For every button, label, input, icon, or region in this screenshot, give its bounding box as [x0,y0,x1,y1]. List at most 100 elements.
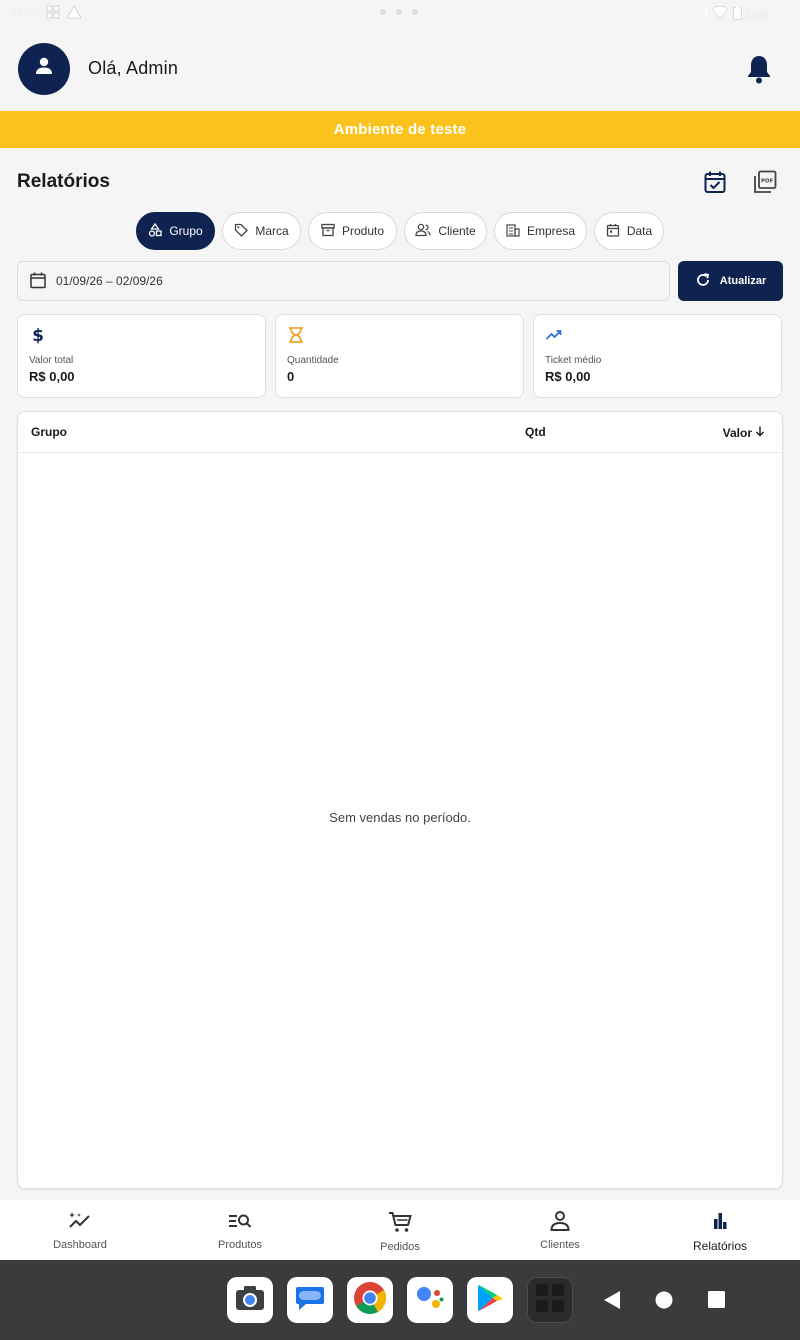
chip-cliente[interactable]: Cliente [404,212,487,250]
card-value: R$ 0,00 [545,369,591,384]
export-pdf-button[interactable]: PDF [752,169,778,195]
list-search-icon [227,1210,253,1235]
page-title: Relatórios [17,171,110,192]
calendar-check-icon [702,171,728,199]
svg-text:PDF: PDF [761,178,774,184]
card-value: R$ 0,00 [29,369,75,384]
system-navigation-bar [0,1260,800,1340]
date-range-value: 01/09/26 – 02/09/26 [56,274,163,288]
card-label: Quantidade [287,355,339,366]
camera-app-button[interactable] [227,1277,273,1323]
chip-empresa[interactable]: Empresa [494,212,587,250]
column-header-grupo[interactable]: Grupo [31,425,67,439]
user-icon [34,56,54,81]
page-indicator [380,9,418,15]
chip-label: Grupo [169,224,203,238]
chip-label: Produto [341,224,385,238]
app-grid-icon [534,1282,566,1319]
chip-grupo[interactable]: Grupo [136,212,215,250]
calendar-icon [29,271,47,292]
refresh-button[interactable]: Atualizar [678,261,783,301]
calendar-icon [606,223,620,240]
column-header-valor[interactable]: Valor [723,425,766,440]
wifi-icon [703,5,729,23]
tag-icon [234,223,249,240]
notification-grid-icon [46,5,60,22]
avatar[interactable] [18,42,70,95]
select-period-button[interactable] [702,169,728,195]
card-value: 0 [287,369,295,384]
chrome-app-button[interactable] [347,1277,393,1323]
chip-produto[interactable]: Produto [308,212,397,250]
empty-state-message: Sem vendas no período. [329,810,471,825]
chrome-icon [352,1280,388,1321]
nav-item-pedidos[interactable]: Pedidos [320,1200,480,1260]
trending-up-icon [545,330,563,348]
battery-icon [733,6,742,23]
chip-label: Marca [255,224,289,238]
cart-icon [387,1210,413,1237]
card-label: Ticket médio [545,355,602,366]
notifications-button[interactable] [746,54,772,89]
sparkle-chart-icon [67,1210,93,1235]
messages-app-button[interactable] [287,1277,333,1323]
users-icon [415,223,431,240]
grouping-chips: Grupo Marca Produto Cliente Empresa Data [0,212,800,250]
bottom-navigation: Dashboard Produtos Pedidos Clientes Rela… [0,1200,800,1260]
nav-item-produtos[interactable]: Produtos [160,1200,320,1260]
assistant-icon [413,1281,447,1320]
svg-text:$: $ [32,326,44,344]
column-header-valor-label: Valor [722,425,752,440]
report-table: Grupo Qtd Valor Sem vendas no período. [17,411,783,1189]
status-bar: 14:02 91% [0,0,800,26]
test-environment-banner: Ambiente de teste [0,111,800,148]
chip-data[interactable]: Data [594,212,664,250]
status-time: 14:02 [10,6,41,20]
building-icon [506,223,520,240]
chip-label: Empresa [526,224,576,238]
greeting-text: Olá, Admin [88,58,179,78]
bell-icon [746,56,772,88]
bar-chart-icon [707,1210,733,1235]
chip-label: Data [626,224,653,238]
play-store-icon [475,1282,505,1319]
table-header: Grupo Qtd Valor [18,412,782,453]
nav-label: Produtos [217,1239,263,1251]
card-label: Valor total [29,355,74,366]
home-button[interactable] [655,1291,673,1314]
nav-label: Clientes [540,1239,580,1251]
date-range-field[interactable]: 01/09/26 – 02/09/26 [17,261,670,301]
messages-icon [294,1283,326,1318]
nav-item-dashboard[interactable]: Dashboard [0,1200,160,1260]
warning-icon [66,4,82,22]
chip-label: Cliente [438,224,476,238]
archive-box-icon [321,223,335,240]
shapes-icon [148,222,162,240]
battery-level: 91% [745,7,770,22]
dollar-icon: $ [29,326,47,348]
back-button[interactable] [601,1290,623,1315]
arrow-down-icon [754,425,766,440]
app-drawer-button[interactable] [527,1277,573,1323]
refresh-icon [695,272,711,291]
assistant-app-button[interactable] [407,1277,453,1323]
nav-label: Pedidos [380,1241,420,1253]
nav-item-clientes[interactable]: Clientes [480,1200,640,1260]
summary-card-total: $ Valor total R$ 0,00 [17,314,266,398]
pdf-icon: PDF [752,170,778,199]
person-icon [547,1210,573,1235]
refresh-label: Atualizar [719,275,767,287]
summary-card-ticket: Ticket médio R$ 0,00 [533,314,782,398]
chip-marca[interactable]: Marca [222,212,301,250]
app-header: Olá, Admin [0,26,800,111]
back-triangle-icon [601,1291,623,1314]
nav-item-relatorios[interactable]: Relatórios [640,1200,800,1260]
column-header-qtd[interactable]: Qtd [525,425,546,439]
nav-label: Relatórios [692,1239,748,1253]
hourglass-icon [287,327,305,348]
play-store-app-button[interactable] [467,1277,513,1323]
home-circle-icon [655,1291,673,1313]
summary-card-quantity: Quantidade 0 [275,314,524,398]
recents-button[interactable] [707,1290,726,1314]
recents-square-icon [707,1291,726,1313]
